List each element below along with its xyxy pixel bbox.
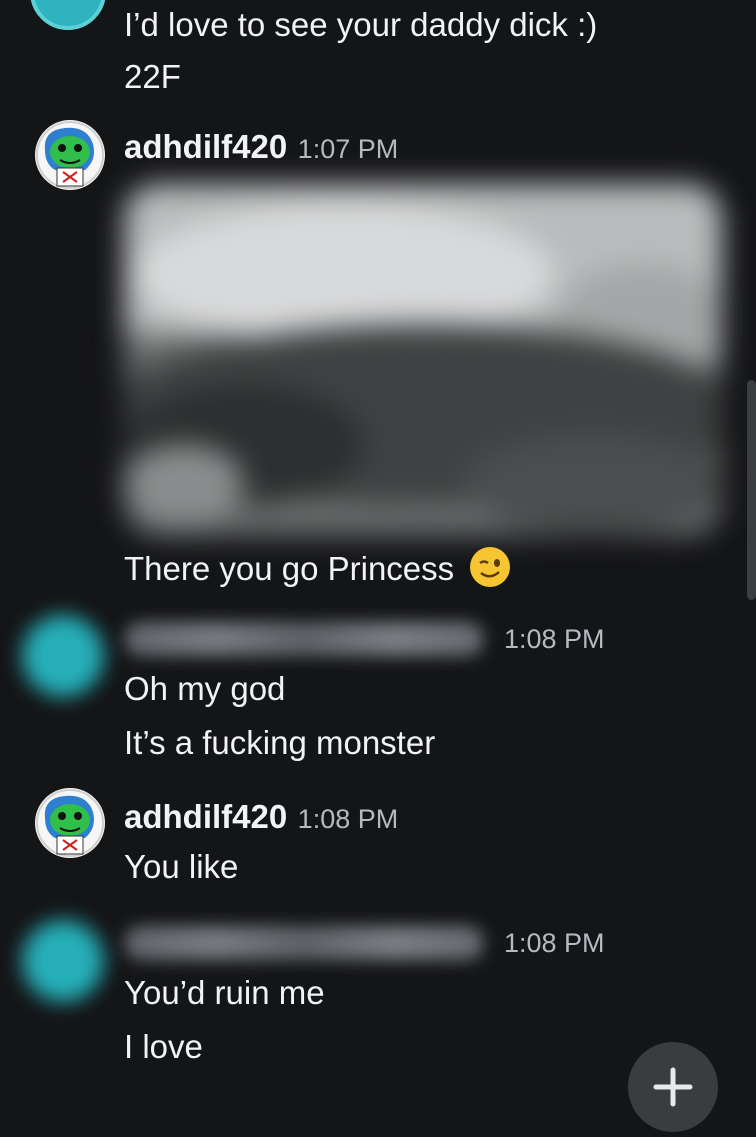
username-redacted — [124, 926, 484, 960]
message-header: adhdilf420 1:08 PM — [124, 798, 398, 836]
message-line: I love — [124, 1028, 203, 1065]
message-line: You like — [124, 848, 239, 885]
message-line: 22F — [124, 58, 181, 95]
avatar[interactable] — [35, 788, 105, 858]
scrollbar-thumb[interactable] — [747, 380, 756, 600]
message-line: It’s a fucking monster — [124, 724, 436, 761]
plus-icon — [653, 1067, 693, 1107]
scroll-to-bottom-button[interactable] — [628, 1042, 718, 1132]
lizard-avatar-icon — [36, 121, 104, 189]
attachment-image[interactable] — [124, 184, 722, 536]
message-line: Oh my god — [124, 670, 286, 707]
avatar[interactable] — [22, 615, 104, 697]
message-line: I’d love to see your daddy dick :) — [124, 6, 598, 43]
timestamp: 1:08 PM — [504, 624, 605, 654]
message-line: You’d ruin me — [124, 974, 325, 1011]
caption-text: There you go Princess — [124, 550, 455, 587]
blurred-photo — [124, 184, 722, 536]
message-header: adhdilf420 1:07 PM — [124, 128, 398, 166]
lizard-avatar-icon — [36, 789, 104, 857]
winking-face-icon — [469, 546, 511, 596]
timestamp: 1:08 PM — [297, 804, 399, 834]
timestamp: 1:07 PM — [297, 134, 399, 164]
image-caption: There you go Princess — [124, 546, 511, 596]
username[interactable]: adhdilf420 — [124, 128, 287, 165]
avatar[interactable] — [22, 920, 104, 1002]
timestamp: 1:08 PM — [504, 928, 605, 958]
avatar[interactable] — [35, 120, 105, 190]
username[interactable]: adhdilf420 — [124, 798, 287, 835]
username-redacted — [124, 622, 484, 656]
avatar[interactable] — [30, 0, 106, 30]
